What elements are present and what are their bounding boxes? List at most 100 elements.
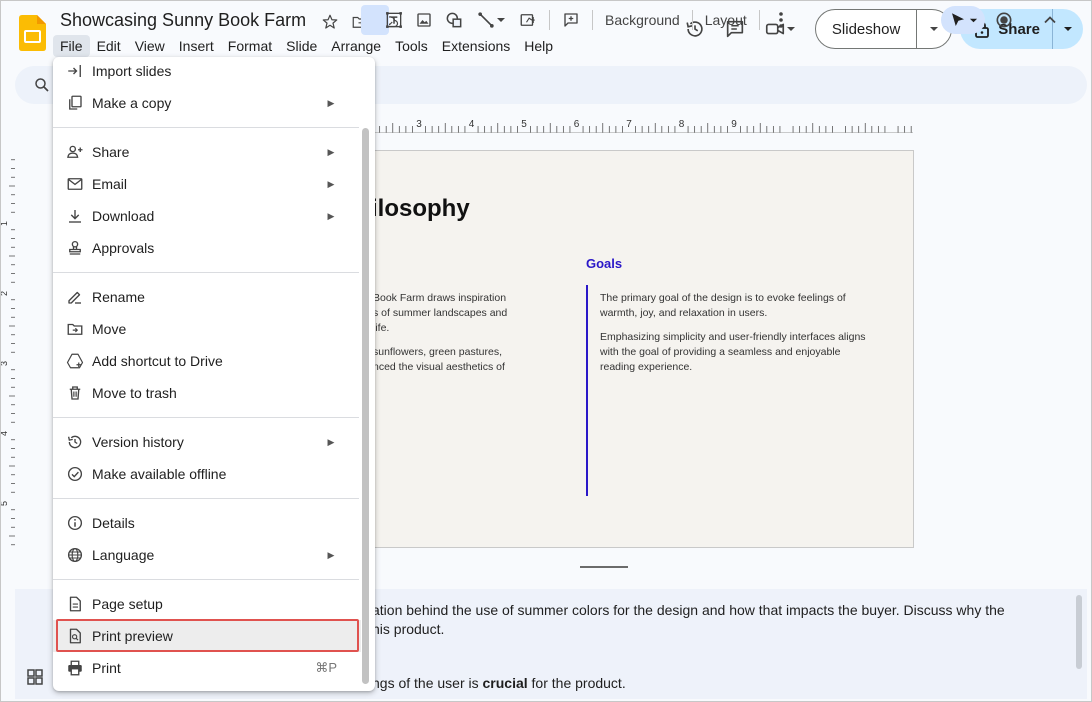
submenu-arrow-icon: ▶ [327,436,335,447]
slide-left-paragraph-2: sunflowers, green pastures, nced the vis… [373,346,505,373]
menu-help[interactable]: Help [517,35,560,57]
menu-divider [53,127,359,128]
slideshow-label[interactable]: Slideshow [816,10,918,48]
document-title[interactable]: Showcasing Sunny Book Farm [60,10,306,31]
ruler-label: 7 [626,119,632,130]
vertical-ruler[interactable]: 1 2 3 4 5 [1,149,15,549]
menu-item-label: Share [92,144,130,160]
background-button[interactable]: Background [599,12,686,28]
collapse-toolbar-icon[interactable] [1035,7,1065,33]
ruler-label: 5 [521,119,527,130]
submenu-arrow-icon: ▶ [327,178,335,189]
layout-button[interactable]: Layout [699,12,753,28]
history-icon [65,432,85,452]
submenu-arrow-icon: ▶ [327,210,335,221]
menu-item-details[interactable]: Details [53,507,361,539]
menu-divider [53,498,359,499]
menu-item-make-a-copy[interactable]: Make a copy ▶ [53,87,361,119]
trash-icon [65,383,85,403]
goals-paragraph-1: The primary goal of the design is to evo… [600,292,846,319]
notes-scrollbar[interactable] [1076,595,1082,669]
more-options-icon[interactable] [766,7,796,33]
menu-item-make-available-offline[interactable]: Make available offline [53,458,361,490]
slide-title[interactable]: ilosophy [371,195,470,223]
menu-extensions[interactable]: Extensions [435,35,517,57]
search-menus-icon[interactable] [33,76,51,99]
insert-image-icon[interactable] [409,7,439,33]
slideshow-button[interactable]: Slideshow [814,9,953,49]
ruler-label: 1 [1,221,9,226]
menubar: File Edit View Insert Format Slide Arran… [53,35,560,57]
copy-icon [65,93,85,113]
menu-item-page-setup[interactable]: Page setup [53,588,361,620]
menu-item-label: Make a copy [92,95,172,111]
menu-item-import-slides[interactable]: Import slides [53,57,361,87]
approvals-icon [65,238,85,258]
star-icon[interactable] [319,11,341,33]
toolbar-divider [691,10,693,30]
menu-file[interactable]: File [53,35,90,57]
submenu-arrow-icon: ▶ [327,549,335,560]
add-comment-icon[interactable] [556,7,586,33]
chevron-down-icon [497,18,505,22]
submenu-arrow-icon: ▶ [327,97,335,108]
page-icon [65,594,85,614]
menu-item-label: Import slides [92,63,172,79]
horizontal-ruler[interactable]: 3 4 5 6 7 8 9 [373,117,913,133]
select-pointer-button[interactable] [941,6,985,34]
print-preview-highlight [56,619,359,652]
toolbar-divider [549,10,550,30]
menu-item-email[interactable]: Email ▶ [53,168,361,200]
notes-resize-handle[interactable] [580,566,628,568]
slides-logo-icon[interactable] [19,15,46,51]
menu-item-move-to-trash[interactable]: Move to trash [53,377,361,409]
menu-format[interactable]: Format [221,35,279,57]
goals-heading[interactable]: Goals [586,256,622,271]
menu-arrange[interactable]: Arrange [324,35,388,57]
info-icon [65,513,85,533]
text-box-icon[interactable] [379,7,409,33]
line-icon[interactable] [469,7,513,33]
menu-edit[interactable]: Edit [90,35,128,57]
ruler-label: 2 [1,291,9,296]
submenu-arrow-icon: ▶ [327,146,335,157]
menu-view[interactable]: View [128,35,172,57]
slide-left-text[interactable]: Book Farm draws inspiration s of summer … [373,291,603,384]
slide-left-paragraph-1: Book Farm draws inspiration s of summer … [373,292,508,334]
record-icon[interactable] [989,7,1019,33]
goals-accent-bar [586,285,588,496]
menu-slide[interactable]: Slide [279,35,324,57]
menu-divider [53,272,359,273]
shape-icon[interactable] [439,7,469,33]
slide-canvas[interactable]: ilosophy Book Farm draws inspiration s o… [293,150,914,548]
menu-item-approvals[interactable]: Approvals [53,232,361,264]
email-icon [65,174,85,194]
menu-insert[interactable]: Insert [172,35,221,57]
menu-item-label: Language [92,547,155,563]
menu-item-share[interactable]: Share ▶ [53,136,361,168]
notes-line-2: his product. [372,621,445,637]
menu-item-version-history[interactable]: Version history ▶ [53,426,361,458]
menu-divider [53,579,359,580]
ruler-label: 8 [679,119,685,130]
menu-tools[interactable]: Tools [388,35,435,57]
goals-paragraph-2: Emphasizing simplicity and user-friendly… [600,331,866,373]
grid-view-icon[interactable] [19,661,51,693]
insert-placeholder-icon[interactable] [513,7,543,33]
menu-item-label: Version history [92,434,184,450]
menu-item-download[interactable]: Download ▶ [53,200,361,232]
menu-item-language[interactable]: Language ▶ [53,539,361,571]
chevron-down-icon [969,18,977,22]
menu-item-add-shortcut[interactable]: Add shortcut to Drive [53,345,361,377]
goals-text[interactable]: The primary goal of the design is to evo… [600,291,870,384]
import-icon [65,61,85,81]
menu-item-label: Download [92,208,155,224]
ruler-label: 3 [1,361,9,366]
menu-scrollbar[interactable] [362,128,369,684]
menu-item-rename[interactable]: Rename [53,281,361,313]
toolbar-divider [758,10,760,30]
menu-item-print[interactable]: Print ⌘P [53,652,361,684]
menu-item-label: Approvals [92,240,155,256]
menu-item-move[interactable]: Move [53,313,361,345]
ruler-label: 9 [731,119,737,130]
